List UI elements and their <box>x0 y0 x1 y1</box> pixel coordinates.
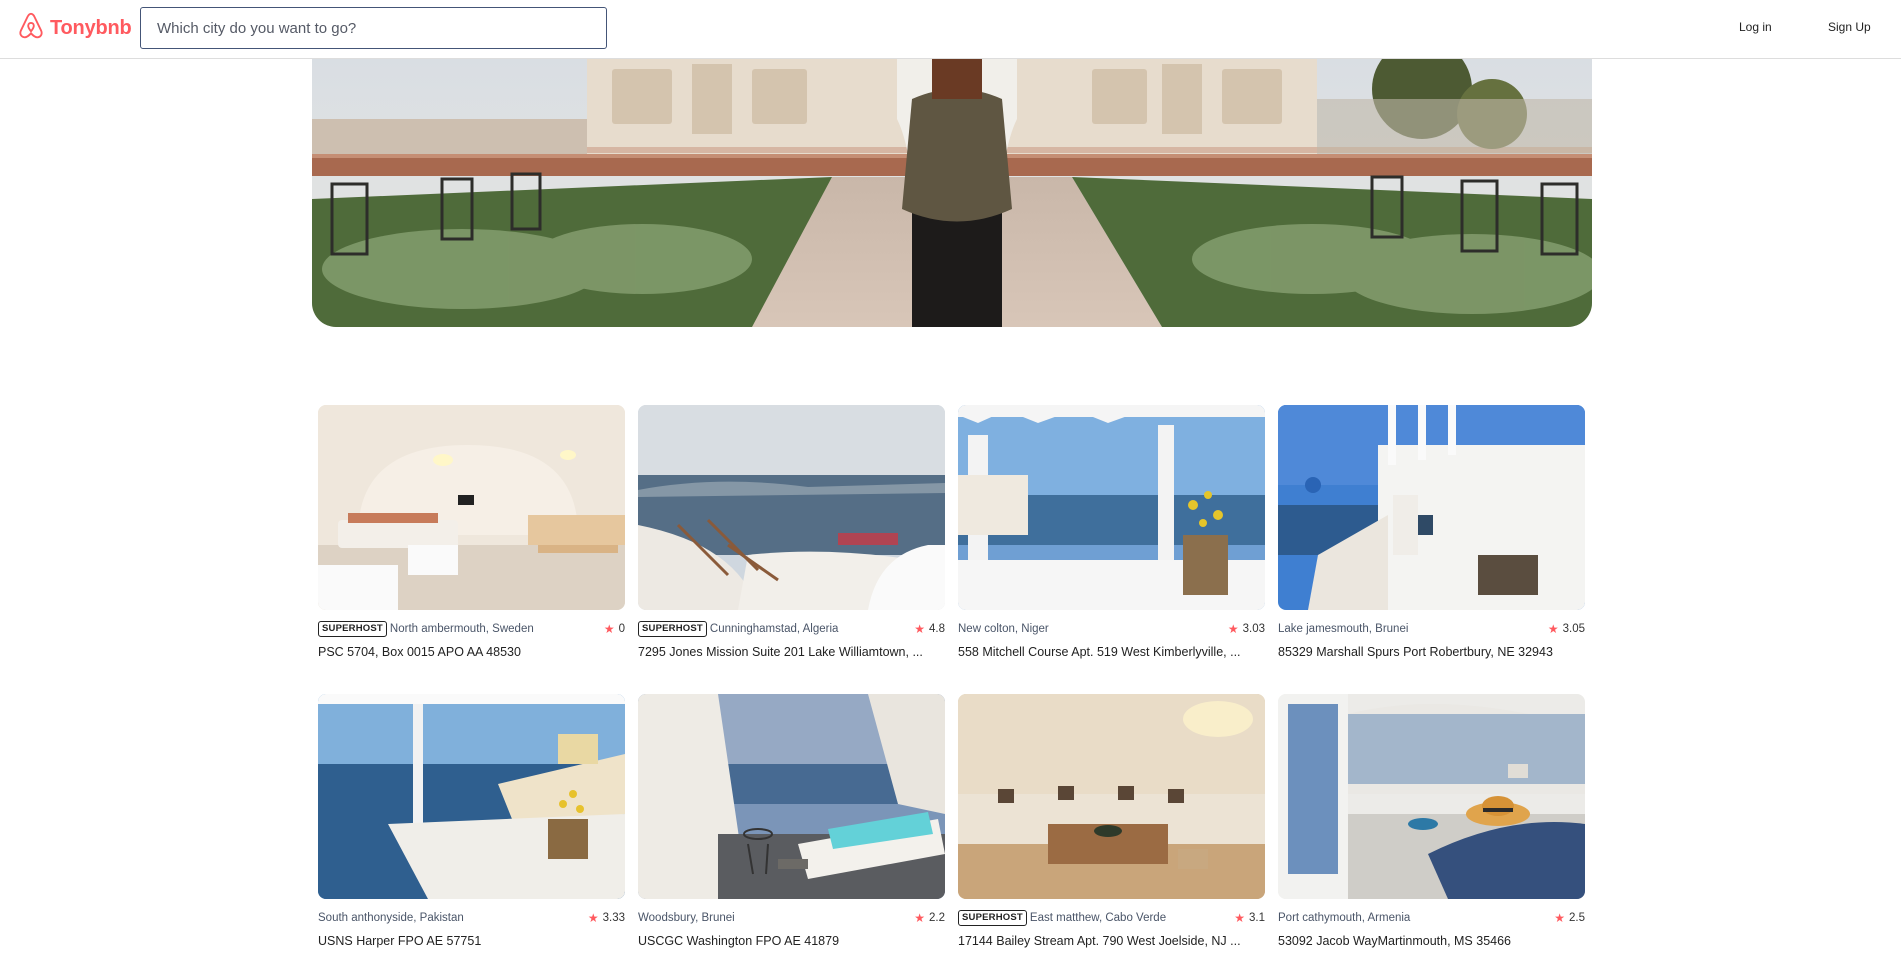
listing-meta-row: Port cathymouth, Armenia ★ 2.5 <box>1278 910 1585 926</box>
listing-photo[interactable] <box>958 405 1265 610</box>
listing-meta-row: South anthonyside, Pakistan ★ 3.33 <box>318 910 625 926</box>
listing-rating: ★ 0 <box>604 621 625 637</box>
signup-link[interactable]: Sign Up <box>1828 20 1871 34</box>
listing-photo[interactable] <box>638 694 945 899</box>
city-search-input[interactable] <box>140 7 607 49</box>
star-icon: ★ <box>1227 622 1239 636</box>
listing-card[interactable]: South anthonyside, Pakistan ★ 3.33 USNS … <box>318 694 625 948</box>
listing-address[interactable]: USCGC Washington FPO AE 41879 <box>638 934 945 948</box>
listing-address[interactable]: USNS Harper FPO AE 57751 <box>318 934 625 948</box>
star-icon: ★ <box>1234 911 1245 925</box>
listing-meta-row: New colton, Niger ★ 3.03 <box>958 621 1265 637</box>
listing-rating: ★ 3.1 <box>1234 910 1265 926</box>
listing-location: North ambermouth, Sweden <box>389 623 534 635</box>
listing-location: Woodsbury, Brunei <box>638 912 735 924</box>
brand-logo-icon <box>16 11 46 46</box>
listing-card[interactable]: New colton, Niger ★ 3.03 558 Mitchell Co… <box>958 405 1265 659</box>
listing-photo[interactable] <box>318 694 625 899</box>
superhost-badge: SUPERHOST <box>958 910 1027 926</box>
listing-location: Port cathymouth, Armenia <box>1278 912 1411 924</box>
superhost-badge: SUPERHOST <box>318 621 387 637</box>
listing-meta-row: Lake jamesmouth, Brunei ★ 3.05 <box>1278 621 1585 637</box>
listing-address[interactable]: PSC 5704, Box 0015 APO AA 48530 <box>318 645 625 659</box>
rating-value: 3.03 <box>1242 623 1265 635</box>
rating-value: 3.05 <box>1562 623 1585 635</box>
superhost-badge: SUPERHOST <box>638 621 707 637</box>
rating-value: 2.5 <box>1569 912 1585 924</box>
listing-meta-row: SUPERHOST East matthew, Cabo Verde ★ 3.1 <box>958 910 1265 926</box>
rating-value: 3.33 <box>602 912 625 924</box>
listing-location: Lake jamesmouth, Brunei <box>1278 623 1409 635</box>
listing-location: New colton, Niger <box>958 623 1049 635</box>
listing-address[interactable]: 7295 Jones Mission Suite 201 Lake Willia… <box>638 645 945 659</box>
login-link[interactable]: Log in <box>1739 20 1772 34</box>
listing-address[interactable]: 85329 Marshall Spurs Port Robertbury, NE… <box>1278 645 1585 659</box>
listing-location: Cunninghamstad, Algeria <box>709 623 839 635</box>
listing-rating: ★ 4.8 <box>914 621 945 637</box>
listing-photo[interactable] <box>318 405 625 610</box>
top-nav-bar: Tonybnb Log in Sign Up <box>0 0 1901 59</box>
listing-card[interactable]: Woodsbury, Brunei ★ 2.2 USCGC Washington… <box>638 694 945 948</box>
listing-meta-row: SUPERHOST North ambermouth, Sweden ★ 0 <box>318 621 625 637</box>
listing-card[interactable]: SUPERHOST East matthew, Cabo Verde ★ 3.1… <box>958 694 1265 948</box>
listing-meta-row: SUPERHOST Cunninghamstad, Algeria ★ 4.8 <box>638 621 945 637</box>
star-icon: ★ <box>1547 622 1559 636</box>
listing-card[interactable]: SUPERHOST Cunninghamstad, Algeria ★ 4.8 … <box>638 405 945 659</box>
rating-value: 2.2 <box>929 912 945 924</box>
rating-value: 3.1 <box>1249 912 1265 924</box>
star-icon: ★ <box>587 911 599 925</box>
listing-photo[interactable] <box>958 694 1265 899</box>
listing-card[interactable]: SUPERHOST North ambermouth, Sweden ★ 0 P… <box>318 405 625 659</box>
listing-card[interactable]: Lake jamesmouth, Brunei ★ 3.05 85329 Mar… <box>1278 405 1585 659</box>
listing-rating: ★ 3.05 <box>1548 621 1585 637</box>
listing-photo[interactable] <box>1278 405 1585 610</box>
listing-location: South anthonyside, Pakistan <box>318 912 464 924</box>
rating-value: 0 <box>618 623 625 635</box>
star-icon: ★ <box>914 911 925 925</box>
listing-rating: ★ 2.5 <box>1554 910 1585 926</box>
listing-address[interactable]: 17144 Bailey Stream Apt. 790 West Joelsi… <box>958 934 1265 948</box>
listing-meta-row: Woodsbury, Brunei ★ 2.2 <box>638 910 945 926</box>
listing-rating: ★ 3.03 <box>1228 621 1265 637</box>
star-icon: ★ <box>1554 911 1565 925</box>
hero-banner-image <box>312 59 1592 327</box>
star-icon: ★ <box>914 622 925 636</box>
listing-photo[interactable] <box>638 405 945 610</box>
home-logo-link[interactable]: Tonybnb <box>16 12 132 44</box>
listing-card[interactable]: Port cathymouth, Armenia ★ 2.5 53092 Jac… <box>1278 694 1585 948</box>
listing-rating: ★ 3.33 <box>588 910 625 926</box>
listing-photo[interactable] <box>1278 694 1585 899</box>
listing-address[interactable]: 53092 Jacob WayMartinmouth, MS 35466 <box>1278 934 1585 948</box>
rating-value: 4.8 <box>929 623 945 635</box>
listing-location: East matthew, Cabo Verde <box>1029 912 1167 924</box>
listing-address[interactable]: 558 Mitchell Course Apt. 519 West Kimber… <box>958 645 1265 659</box>
listing-rating: ★ 2.2 <box>914 910 945 926</box>
star-icon: ★ <box>603 622 615 636</box>
brand-name: Tonybnb <box>50 16 132 39</box>
